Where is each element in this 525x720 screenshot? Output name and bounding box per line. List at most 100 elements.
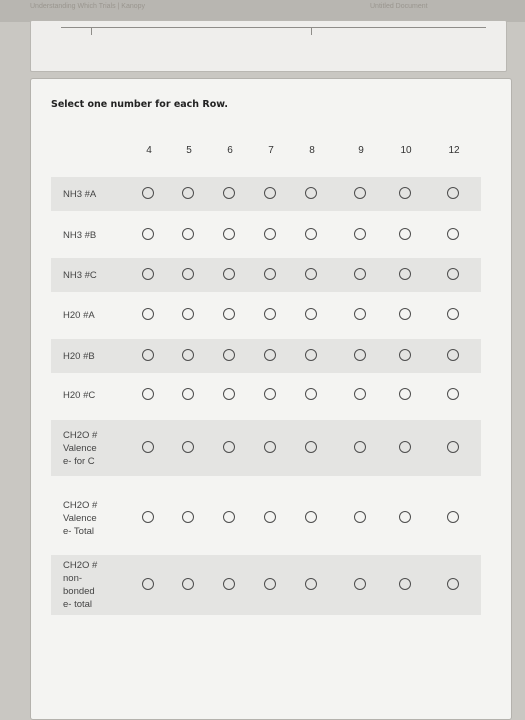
radio-option-6[interactable] bbox=[223, 308, 235, 320]
radio-option-6[interactable] bbox=[223, 187, 235, 199]
radio-option-10[interactable] bbox=[399, 388, 411, 400]
radio-option-4[interactable] bbox=[142, 268, 154, 280]
row-label: H20 #B bbox=[63, 351, 95, 362]
radio-option-12[interactable] bbox=[447, 578, 459, 590]
radio-option-9[interactable] bbox=[354, 441, 366, 453]
radio-option-10[interactable] bbox=[399, 511, 411, 523]
row-label: H20 #A bbox=[63, 310, 95, 321]
radio-option-8[interactable] bbox=[305, 349, 317, 361]
radio-option-7[interactable] bbox=[264, 388, 276, 400]
radio-option-7[interactable] bbox=[264, 349, 276, 361]
radio-option-6[interactable] bbox=[223, 268, 235, 280]
radio-option-7[interactable] bbox=[264, 187, 276, 199]
radio-option-5[interactable] bbox=[182, 441, 194, 453]
radio-option-8[interactable] bbox=[305, 187, 317, 199]
divider-tick bbox=[311, 27, 312, 35]
column-header-7: 7 bbox=[268, 145, 274, 156]
radio-option-4[interactable] bbox=[142, 388, 154, 400]
matrix-row: CH2O # Valence e- Total bbox=[51, 490, 481, 546]
radio-option-5[interactable] bbox=[182, 511, 194, 523]
column-header-9: 9 bbox=[358, 145, 364, 156]
radio-option-10[interactable] bbox=[399, 578, 411, 590]
previous-question-panel bbox=[30, 20, 507, 72]
row-label: NH3 #B bbox=[63, 230, 97, 241]
radio-option-5[interactable] bbox=[182, 349, 194, 361]
radio-option-12[interactable] bbox=[447, 308, 459, 320]
radio-option-7[interactable] bbox=[264, 578, 276, 590]
matrix-row: H20 #A bbox=[51, 298, 481, 332]
matrix-row: CH2O # Valence e- for C bbox=[51, 420, 481, 476]
radio-option-12[interactable] bbox=[447, 441, 459, 453]
radio-option-7[interactable] bbox=[264, 268, 276, 280]
radio-option-7[interactable] bbox=[264, 441, 276, 453]
radio-option-5[interactable] bbox=[182, 578, 194, 590]
radio-option-12[interactable] bbox=[447, 228, 459, 240]
radio-option-12[interactable] bbox=[447, 187, 459, 199]
divider-line bbox=[61, 27, 486, 28]
radio-option-9[interactable] bbox=[354, 578, 366, 590]
radio-option-8[interactable] bbox=[305, 308, 317, 320]
matrix-row: NH3 #A bbox=[51, 177, 481, 211]
radio-option-8[interactable] bbox=[305, 511, 317, 523]
radio-option-8[interactable] bbox=[305, 441, 317, 453]
radio-option-9[interactable] bbox=[354, 308, 366, 320]
row-label: CH2O # Valence e- Total bbox=[63, 500, 98, 537]
radio-option-5[interactable] bbox=[182, 228, 194, 240]
radio-option-8[interactable] bbox=[305, 388, 317, 400]
browser-tab-left[interactable]: Understanding Which Trials | Kanopy bbox=[30, 3, 145, 10]
radio-option-9[interactable] bbox=[354, 268, 366, 280]
radio-option-4[interactable] bbox=[142, 511, 154, 523]
radio-option-6[interactable] bbox=[223, 388, 235, 400]
radio-option-4[interactable] bbox=[142, 308, 154, 320]
column-header-8: 8 bbox=[309, 145, 315, 156]
row-label: CH2O # non-bonded e- total bbox=[63, 560, 98, 610]
radio-option-4[interactable] bbox=[142, 228, 154, 240]
radio-option-12[interactable] bbox=[447, 268, 459, 280]
row-label: NH3 #A bbox=[63, 189, 97, 200]
radio-option-7[interactable] bbox=[264, 511, 276, 523]
row-label: CH2O # Valence e- for C bbox=[63, 430, 98, 467]
radio-option-4[interactable] bbox=[142, 441, 154, 453]
radio-option-6[interactable] bbox=[223, 578, 235, 590]
radio-option-6[interactable] bbox=[223, 441, 235, 453]
radio-option-6[interactable] bbox=[223, 228, 235, 240]
radio-option-10[interactable] bbox=[399, 441, 411, 453]
radio-option-9[interactable] bbox=[354, 187, 366, 199]
radio-option-4[interactable] bbox=[142, 187, 154, 199]
radio-option-6[interactable] bbox=[223, 349, 235, 361]
column-header-6: 6 bbox=[227, 145, 233, 156]
radio-option-12[interactable] bbox=[447, 388, 459, 400]
radio-option-12[interactable] bbox=[447, 349, 459, 361]
radio-option-10[interactable] bbox=[399, 228, 411, 240]
radio-option-5[interactable] bbox=[182, 388, 194, 400]
browser-tab-bar: Understanding Which Trials | Kanopy Unti… bbox=[0, 0, 525, 22]
radio-option-5[interactable] bbox=[182, 187, 194, 199]
divider-tick bbox=[91, 27, 92, 35]
browser-tab-right[interactable]: Untitled Document bbox=[370, 3, 428, 10]
matrix-row: H20 #C bbox=[51, 378, 481, 412]
matrix-row: H20 #B bbox=[51, 339, 481, 373]
radio-option-8[interactable] bbox=[305, 268, 317, 280]
matrix-row: NH3 #C bbox=[51, 258, 481, 292]
column-header-4: 4 bbox=[146, 145, 152, 156]
radio-option-10[interactable] bbox=[399, 187, 411, 199]
radio-option-9[interactable] bbox=[354, 511, 366, 523]
radio-option-4[interactable] bbox=[142, 578, 154, 590]
radio-option-7[interactable] bbox=[264, 228, 276, 240]
radio-option-10[interactable] bbox=[399, 308, 411, 320]
radio-option-9[interactable] bbox=[354, 388, 366, 400]
radio-option-12[interactable] bbox=[447, 511, 459, 523]
radio-option-10[interactable] bbox=[399, 268, 411, 280]
radio-option-9[interactable] bbox=[354, 349, 366, 361]
matrix-row: CH2O # non-bonded e- total bbox=[51, 555, 481, 615]
radio-option-9[interactable] bbox=[354, 228, 366, 240]
radio-option-7[interactable] bbox=[264, 308, 276, 320]
radio-option-4[interactable] bbox=[142, 349, 154, 361]
radio-option-6[interactable] bbox=[223, 511, 235, 523]
radio-option-10[interactable] bbox=[399, 349, 411, 361]
radio-option-8[interactable] bbox=[305, 228, 317, 240]
radio-option-5[interactable] bbox=[182, 308, 194, 320]
radio-option-8[interactable] bbox=[305, 578, 317, 590]
radio-option-5[interactable] bbox=[182, 268, 194, 280]
column-header-10: 10 bbox=[400, 145, 412, 156]
